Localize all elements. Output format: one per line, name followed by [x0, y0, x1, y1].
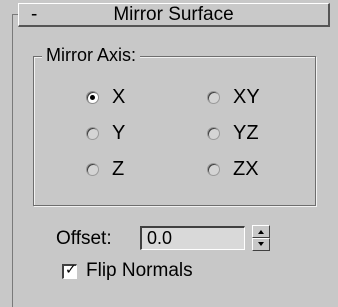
radio-axis-x[interactable]: X — [86, 86, 125, 108]
rollout-header-button[interactable]: - Mirror Surface — [18, 3, 330, 27]
arrow-up-icon — [258, 230, 264, 234]
radio-unchecked-icon — [207, 126, 220, 140]
radio-label: X — [112, 86, 126, 108]
spinner-up-button[interactable] — [252, 225, 270, 238]
checkmark-icon: ✓ — [65, 261, 77, 278]
checkbox-box[interactable]: ✓ — [62, 261, 77, 279]
radio-unchecked-icon — [207, 162, 220, 176]
mirror-axis-group — [33, 56, 316, 206]
mirror-axis-label: Mirror Axis: — [42, 44, 140, 66]
rollout-title: Mirror Surface — [113, 4, 234, 25]
arrow-down-icon — [258, 242, 264, 246]
rollout-bracket — [12, 14, 13, 307]
spinner-down-button[interactable] — [252, 238, 270, 251]
radio-axis-xy[interactable]: XY — [207, 86, 260, 108]
radio-label: Y — [112, 122, 126, 144]
radio-axis-yz[interactable]: YZ — [207, 122, 259, 144]
radio-unchecked-icon — [207, 90, 220, 104]
mirror-surface-panel: - Mirror Surface Mirror Axis: X XY Y YZ … — [0, 0, 338, 307]
radio-label: XY — [233, 86, 260, 108]
radio-checked-icon — [86, 90, 99, 104]
offset-label: Offset: — [56, 228, 112, 249]
radio-label: Z — [112, 158, 125, 180]
radio-label: ZX — [233, 158, 259, 180]
flip-normals-checkbox[interactable]: ✓ Flip Normals — [62, 260, 193, 282]
radio-unchecked-icon — [86, 126, 99, 140]
flip-normals-label: Flip Normals — [86, 260, 193, 281]
offset-spinner[interactable] — [252, 225, 270, 251]
radio-axis-zx[interactable]: ZX — [207, 158, 259, 180]
radio-label: YZ — [233, 122, 259, 144]
radio-axis-y[interactable]: Y — [86, 122, 125, 144]
radio-unchecked-icon — [86, 162, 99, 176]
radio-axis-z[interactable]: Z — [86, 158, 124, 180]
offset-input[interactable] — [140, 226, 245, 250]
